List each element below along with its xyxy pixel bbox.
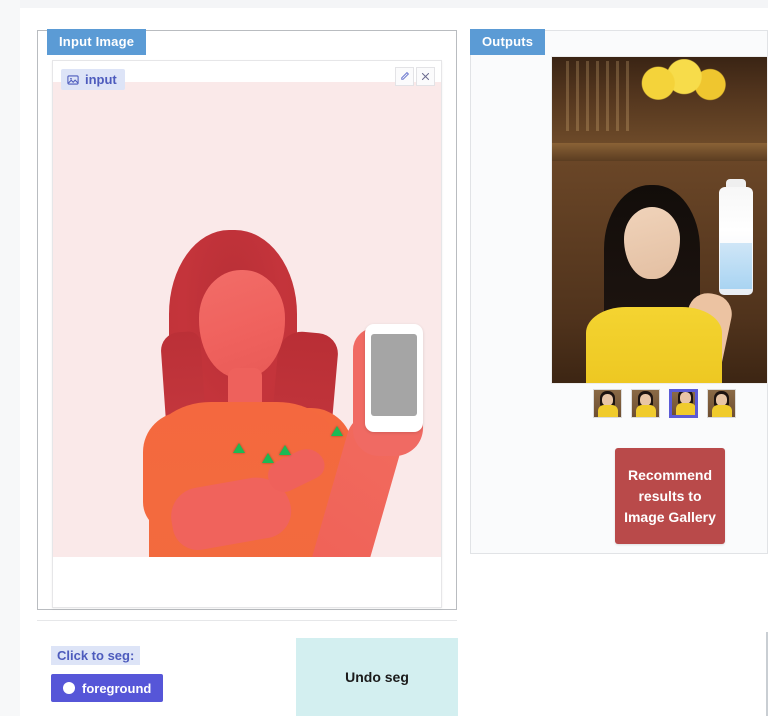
page-top-gutter bbox=[0, 0, 768, 8]
close-icon bbox=[420, 71, 431, 82]
output-thumbnail-selected[interactable] bbox=[669, 389, 698, 418]
output-thumbnail[interactable] bbox=[631, 389, 660, 418]
output-shelf-top bbox=[552, 57, 767, 143]
recommend-to-gallery-button[interactable]: Recommend results to Image Gallery bbox=[615, 448, 725, 544]
segmentation-canvas[interactable] bbox=[53, 82, 441, 583]
tab-outputs[interactable]: Outputs bbox=[470, 29, 546, 55]
output-thumbnail[interactable] bbox=[593, 389, 622, 418]
image-card-toolbar bbox=[395, 67, 435, 86]
seg-point-marker[interactable] bbox=[262, 453, 274, 463]
phone-screen bbox=[371, 334, 417, 416]
app-root: Input Image input Outputs Recommend resu… bbox=[0, 0, 768, 716]
output-thumbnail-strip bbox=[593, 389, 736, 418]
output-image-preview[interactable] bbox=[551, 56, 768, 384]
output-lemons bbox=[641, 59, 737, 103]
seg-point-marker[interactable] bbox=[279, 445, 291, 455]
output-shelf-edge bbox=[552, 143, 767, 161]
radio-foreground[interactable]: foreground bbox=[51, 674, 163, 702]
output-bottle-label bbox=[720, 243, 752, 289]
radio-foreground-label: foreground bbox=[82, 680, 152, 696]
radio-dot-icon bbox=[63, 682, 75, 694]
output-subject-face bbox=[624, 207, 680, 279]
tab-input-image[interactable]: Input Image bbox=[47, 29, 147, 55]
edit-icon bbox=[399, 71, 410, 82]
edit-button[interactable] bbox=[395, 67, 414, 86]
subject-face bbox=[199, 270, 285, 378]
input-image-chip: input bbox=[61, 69, 125, 90]
output-subject-shirt bbox=[586, 307, 722, 383]
input-image-card[interactable]: input bbox=[52, 60, 442, 608]
input-chip-label: input bbox=[85, 72, 117, 87]
seg-point-marker[interactable] bbox=[331, 426, 343, 436]
seg-point-marker[interactable] bbox=[233, 443, 245, 453]
controls-divider bbox=[37, 620, 457, 621]
undo-seg-button[interactable]: Undo seg bbox=[296, 638, 458, 716]
page-left-gutter bbox=[0, 0, 20, 716]
output-thumbnail[interactable] bbox=[707, 389, 736, 418]
close-button[interactable] bbox=[416, 67, 435, 86]
click-to-seg-label: Click to seg: bbox=[51, 646, 141, 665]
photo-bottom-strip bbox=[53, 557, 441, 583]
image-icon bbox=[67, 74, 79, 86]
